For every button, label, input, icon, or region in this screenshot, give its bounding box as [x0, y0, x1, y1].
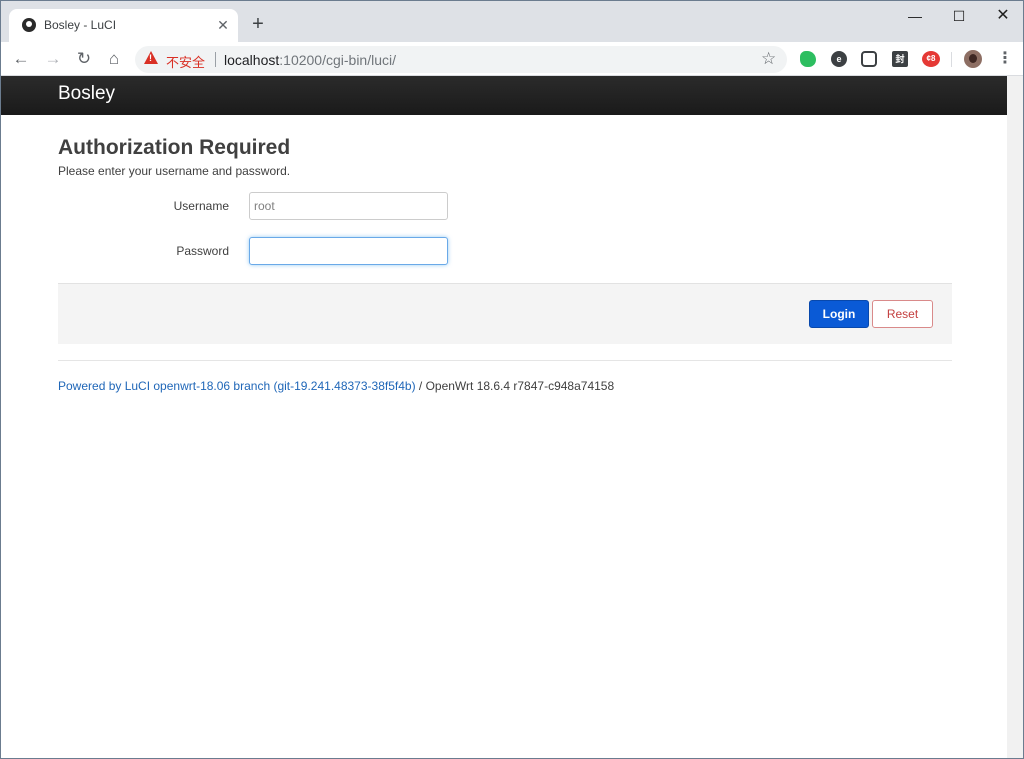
- forward-arrow-icon[interactable]: →: [43, 49, 63, 69]
- brand-link[interactable]: Bosley: [58, 83, 115, 105]
- openwrt-favicon-icon: [22, 18, 36, 32]
- warning-triangle-icon[interactable]: !: [144, 51, 158, 64]
- tab-close-icon[interactable]: ✕: [215, 17, 231, 33]
- address-bar[interactable]: ! 不安全 localhost:10200/cgi-bin/luci/ ☆: [135, 46, 787, 73]
- footer-divider: [58, 360, 952, 361]
- url-text[interactable]: localhost:10200/cgi-bin/luci/: [224, 52, 396, 68]
- e-extension-icon[interactable]: e: [831, 51, 847, 67]
- minimize-icon[interactable]: —: [905, 6, 925, 26]
- url-host: localhost: [224, 52, 280, 68]
- username-input[interactable]: [249, 192, 448, 220]
- new-tab-icon[interactable]: +: [248, 14, 268, 34]
- footer: Powered by LuCI openwrt-18.06 branch (gi…: [58, 379, 614, 393]
- form-actions: Login Reset: [58, 283, 952, 344]
- page-description: Please enter your username and password.: [58, 164, 291, 178]
- password-input[interactable]: [249, 237, 448, 265]
- reload-icon[interactable]: ↻: [74, 49, 94, 69]
- page-title: Authorization Required: [58, 136, 291, 159]
- tab-title: Bosley - LuCI: [44, 18, 117, 32]
- back-arrow-icon[interactable]: ←: [11, 49, 31, 69]
- home-icon[interactable]: ⌂: [104, 49, 124, 69]
- profile-avatar[interactable]: [964, 50, 982, 68]
- page-scrollbar[interactable]: [1007, 76, 1023, 758]
- openwrt-version-text: / OpenWrt 18.6.4 r7847-c948a74158: [415, 379, 615, 393]
- password-row: Password: [58, 237, 952, 267]
- browser-window: Bosley - LuCI ✕ + — ☐ ✕ ← → ↻ ⌂ ! 不安全 lo…: [0, 0, 1024, 759]
- address-separator: [215, 52, 216, 67]
- password-label: Password: [176, 244, 229, 258]
- reset-button[interactable]: Reset: [872, 300, 933, 328]
- luci-version-link[interactable]: Powered by LuCI openwrt-18.06 branch (gi…: [58, 379, 416, 393]
- login-form: Authorization Required Please enter your…: [58, 136, 952, 393]
- login-button[interactable]: Login: [809, 300, 869, 328]
- toolbar-separator: [951, 52, 952, 67]
- bookmark-star-icon[interactable]: ☆: [761, 49, 776, 69]
- page-viewport: Bosley Authorization Required Please ent…: [1, 76, 1023, 758]
- chat-extension-icon[interactable]: [861, 51, 877, 67]
- seal-extension-icon[interactable]: 封: [892, 51, 908, 67]
- browser-toolbar: ← → ↻ ⌂ ! 不安全 localhost:10200/cgi-bin/lu…: [1, 42, 1023, 76]
- tab-luci[interactable]: Bosley - LuCI ✕: [9, 9, 238, 42]
- username-label: Username: [173, 199, 229, 213]
- more-menu-icon[interactable]: ⋮: [997, 50, 1013, 68]
- luci-header: Bosley: [1, 76, 1007, 115]
- username-row: Username: [58, 192, 952, 222]
- maximize-icon[interactable]: ☐: [949, 6, 969, 26]
- tab-strip: Bosley - LuCI ✕ + — ☐ ✕: [1, 1, 1023, 42]
- window-close-icon[interactable]: ✕: [993, 6, 1013, 26]
- url-path: :10200/cgi-bin/luci/: [279, 52, 397, 68]
- red-extension-icon[interactable]: ¢8: [922, 51, 940, 67]
- security-status[interactable]: 不安全: [166, 52, 205, 71]
- evernote-icon[interactable]: [800, 51, 816, 67]
